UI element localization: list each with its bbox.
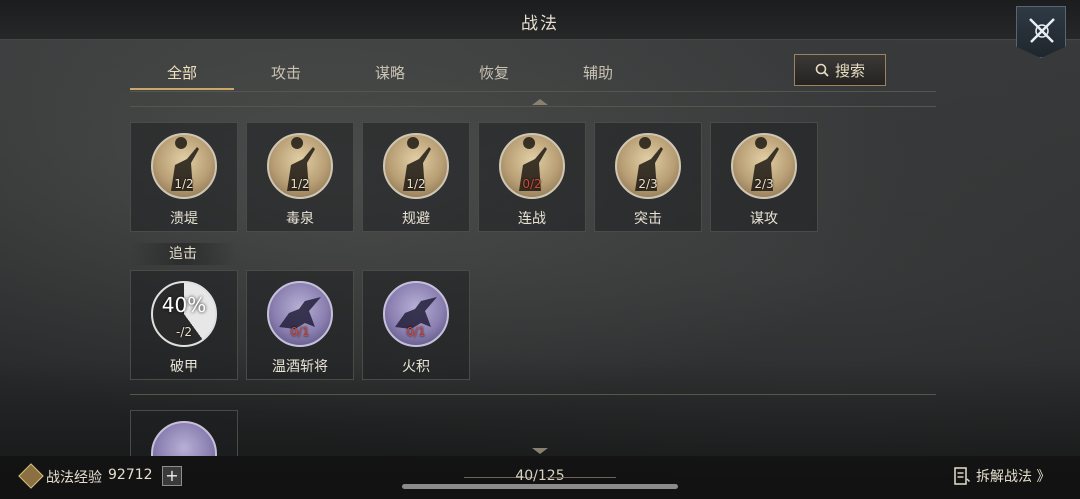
decompose-icon xyxy=(954,467,970,485)
card-count: 0/1 xyxy=(406,325,426,339)
search-label: 搜索 xyxy=(834,61,865,80)
tab-strategy[interactable]: 谋略 xyxy=(338,58,442,90)
page-indicator: 40/125 xyxy=(515,468,565,484)
top-bar: 战法 xyxy=(0,0,1080,40)
scroll-down-icon[interactable] xyxy=(532,448,548,454)
card-count: 1/2 xyxy=(406,177,426,191)
scrollbar[interactable] xyxy=(402,484,678,489)
bottom-bar: 战法经验 92712 + 40/125 拆解战法 》 xyxy=(0,456,1080,499)
card-count: 0/2 xyxy=(522,177,542,191)
content-divider-mid xyxy=(130,394,936,395)
decompose-button[interactable]: 拆解战法 》 xyxy=(954,466,1050,486)
skill-card[interactable]: 0/1 温酒斩将 xyxy=(246,270,354,380)
pager-divider-right xyxy=(546,477,616,478)
card-count: 1/2 xyxy=(174,177,194,191)
group-label: 追击 xyxy=(130,243,236,265)
skill-card[interactable]: 0/1 火积 xyxy=(362,270,470,380)
crossed-swords-icon xyxy=(1029,18,1055,43)
tab-all[interactable]: 全部 xyxy=(130,58,234,90)
page-title: 战法 xyxy=(521,14,559,34)
cavalry-portrait-icon xyxy=(151,421,217,456)
card-name: 突击 xyxy=(634,211,662,227)
category-tabs: 全部 攻击 谋略 恢复 辅助 xyxy=(130,58,650,92)
skill-card[interactable]: 1/2 溃堤 xyxy=(130,122,238,232)
search-icon xyxy=(815,63,829,77)
card-name: 火积 xyxy=(402,359,430,375)
skill-card[interactable]: 1/2 毒泉 xyxy=(246,122,354,232)
card-name: 温酒斩将 xyxy=(272,359,328,375)
decompose-label: 拆解战法 》 xyxy=(976,469,1051,485)
card-count: 2/3 xyxy=(754,177,774,191)
tab-attack[interactable]: 攻击 xyxy=(234,58,338,90)
unlock-progress: 40% xyxy=(161,293,207,317)
skill-card[interactable]: 40% -/2 破甲 xyxy=(130,270,238,380)
card-count: -/2 xyxy=(175,325,192,339)
skill-card[interactable]: 0/2 连战 xyxy=(478,122,586,232)
tabs-divider xyxy=(130,91,936,92)
skill-card[interactable] xyxy=(130,410,238,456)
skill-card[interactable]: 1/2 规避 xyxy=(362,122,470,232)
search-button[interactable]: 搜索 xyxy=(794,54,886,86)
skill-card[interactable]: 2/3 突击 xyxy=(594,122,702,232)
card-name: 规避 xyxy=(402,211,430,227)
skill-card[interactable]: 2/3 谋攻 xyxy=(710,122,818,232)
card-count: 0/1 xyxy=(290,325,310,339)
card-name: 连战 xyxy=(518,211,546,227)
card-name: 谋攻 xyxy=(750,211,778,227)
card-count: 1/2 xyxy=(290,177,310,191)
card-name: 破甲 xyxy=(170,359,198,375)
card-name: 毒泉 xyxy=(286,211,314,227)
scroll-up-icon[interactable] xyxy=(532,99,548,105)
tab-recovery[interactable]: 恢复 xyxy=(442,58,546,90)
content-divider-top xyxy=(130,106,936,107)
card-count: 2/3 xyxy=(638,177,658,191)
card-name: 溃堤 xyxy=(170,211,198,227)
tab-support[interactable]: 辅助 xyxy=(546,58,650,90)
